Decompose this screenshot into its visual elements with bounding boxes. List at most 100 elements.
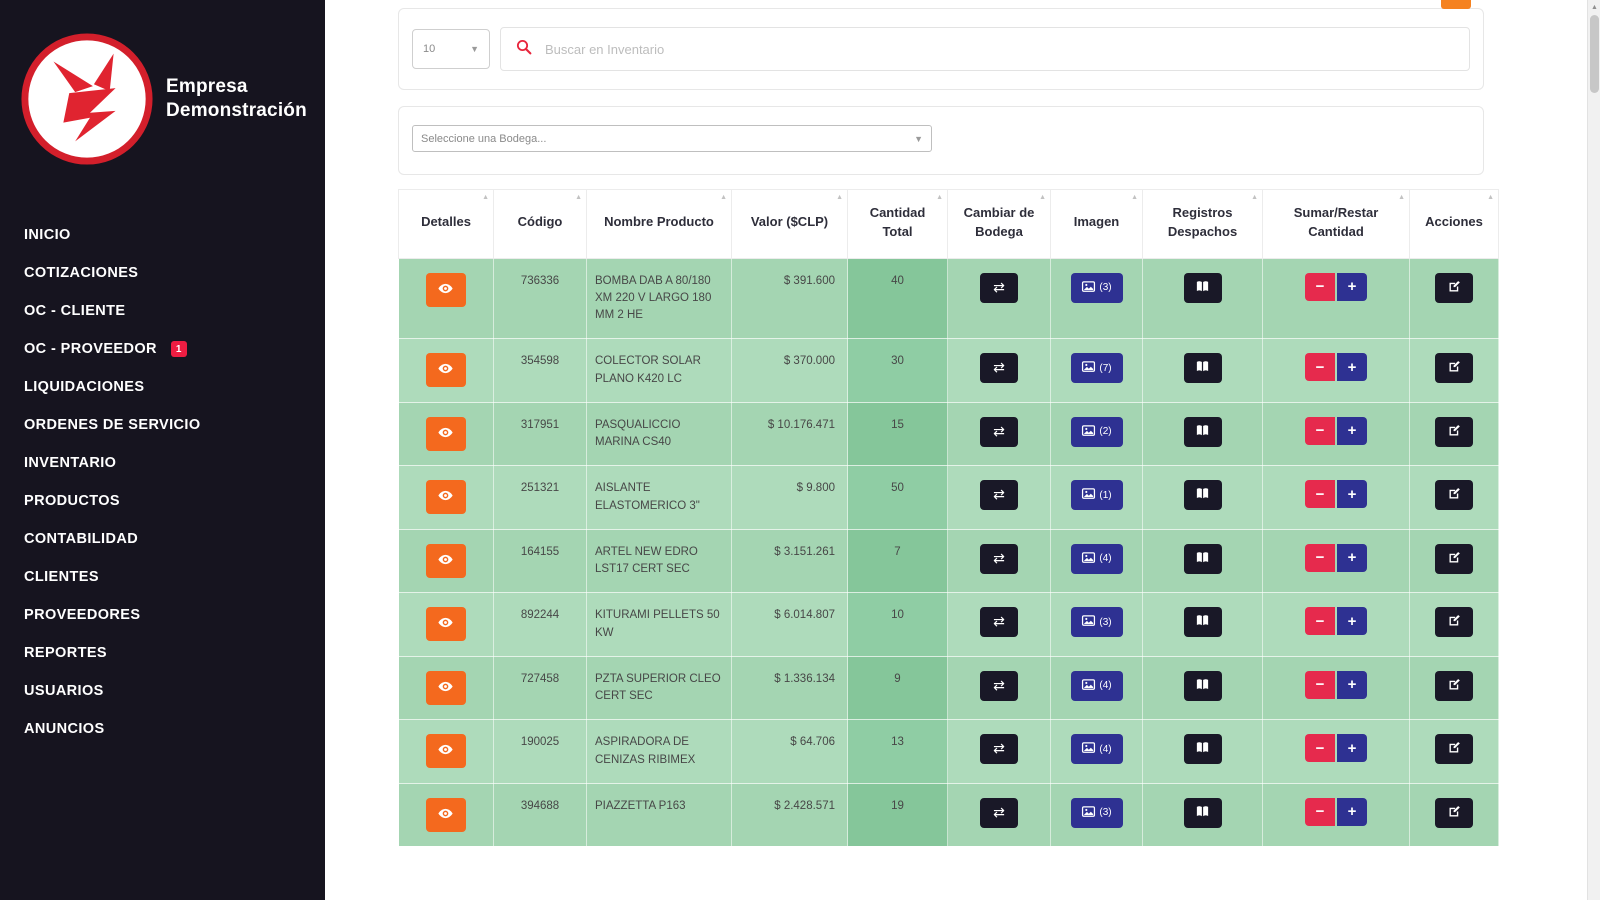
scrollbar-thumb[interactable] xyxy=(1589,15,1599,93)
add-quantity-button[interactable]: + xyxy=(1337,543,1367,572)
table-column-header[interactable]: ▲ Acciones xyxy=(1409,189,1499,259)
change-warehouse-button[interactable]: ⇄ xyxy=(980,272,1018,303)
edit-button[interactable] xyxy=(1435,670,1473,701)
images-button[interactable]: (1) xyxy=(1070,480,1123,511)
images-button[interactable]: (2) xyxy=(1070,416,1123,447)
view-details-button[interactable] xyxy=(425,416,466,451)
add-quantity-button[interactable]: + xyxy=(1337,416,1367,445)
dispatch-records-button[interactable] xyxy=(1183,543,1222,574)
sort-icon[interactable]: ▲ xyxy=(936,193,943,203)
subtract-quantity-button[interactable]: − xyxy=(1305,607,1335,636)
sort-icon[interactable]: ▲ xyxy=(1251,193,1258,203)
sidebar-menu-item[interactable]: LIQUIDACIONES xyxy=(0,368,325,406)
add-quantity-button[interactable]: + xyxy=(1337,607,1367,636)
table-column-header[interactable]: ▲ Imagen xyxy=(1050,189,1143,259)
search-input[interactable] xyxy=(545,41,1455,57)
sort-icon[interactable]: ▲ xyxy=(1487,193,1494,203)
table-column-header[interactable]: ▲ Nombre Producto xyxy=(586,189,732,259)
edit-button[interactable] xyxy=(1435,272,1473,303)
edit-button[interactable] xyxy=(1435,797,1473,828)
sort-icon[interactable]: ▲ xyxy=(575,193,582,203)
page-size-select[interactable]: 10 ▼ xyxy=(412,29,490,69)
sidebar-menu-item[interactable]: OC - PROVEEDOR 1 xyxy=(0,330,325,368)
images-button[interactable]: (3) xyxy=(1070,797,1123,828)
scrollbar-up-arrow-icon[interactable]: ▲ xyxy=(1588,0,1600,15)
sidebar-menu-item[interactable]: INICIO xyxy=(0,216,325,254)
bodega-select[interactable]: Seleccione una Bodega... ▼ xyxy=(412,125,932,152)
sidebar-menu-item[interactable]: OC - CLIENTE xyxy=(0,292,325,330)
change-warehouse-button[interactable]: ⇄ xyxy=(980,734,1018,765)
sort-icon[interactable]: ▲ xyxy=(720,193,727,203)
change-warehouse-button[interactable]: ⇄ xyxy=(980,543,1018,574)
subtract-quantity-button[interactable]: − xyxy=(1305,543,1335,572)
dispatch-records-button[interactable] xyxy=(1183,734,1222,765)
subtract-quantity-button[interactable]: − xyxy=(1305,353,1335,382)
sidebar-menu-item[interactable]: INVENTARIO xyxy=(0,444,325,482)
vertical-scrollbar[interactable]: ▲ xyxy=(1587,0,1600,900)
change-warehouse-button[interactable]: ⇄ xyxy=(980,353,1018,384)
sort-icon[interactable]: ▲ xyxy=(1039,193,1046,203)
view-details-button[interactable] xyxy=(425,670,466,705)
change-warehouse-button[interactable]: ⇄ xyxy=(980,607,1018,638)
dispatch-records-button[interactable] xyxy=(1183,416,1222,447)
edit-button[interactable] xyxy=(1435,543,1473,574)
view-details-button[interactable] xyxy=(425,734,466,769)
table-column-header[interactable]: ▲ Cambiar de Bodega xyxy=(947,189,1051,259)
images-button[interactable]: (4) xyxy=(1070,543,1123,574)
sort-icon[interactable]: ▲ xyxy=(1131,193,1138,203)
change-warehouse-button[interactable]: ⇄ xyxy=(980,797,1018,828)
dispatch-records-button[interactable] xyxy=(1183,797,1222,828)
add-quantity-button[interactable]: + xyxy=(1337,670,1367,699)
sort-icon[interactable]: ▲ xyxy=(1398,193,1405,203)
view-details-button[interactable] xyxy=(425,797,466,832)
dispatch-records-button[interactable] xyxy=(1183,607,1222,638)
sidebar-menu-item[interactable]: PRODUCTOS xyxy=(0,482,325,520)
images-button[interactable]: (4) xyxy=(1070,670,1123,701)
subtract-quantity-button[interactable]: − xyxy=(1305,416,1335,445)
sidebar-menu-item[interactable]: COTIZACIONES xyxy=(0,254,325,292)
add-quantity-button[interactable]: + xyxy=(1337,353,1367,382)
table-column-header[interactable]: ▲ Sumar/Restar Cantidad xyxy=(1262,189,1410,259)
view-details-button[interactable] xyxy=(425,353,466,388)
subtract-quantity-button[interactable]: − xyxy=(1305,797,1335,826)
table-column-header[interactable]: ▲ Cantidad Total xyxy=(847,189,948,259)
images-button[interactable]: (3) xyxy=(1070,272,1123,303)
sidebar-menu-item[interactable]: ORDENES DE SERVICIO xyxy=(0,406,325,444)
sidebar-menu-item[interactable]: REPORTES xyxy=(0,634,325,672)
sidebar-menu-item[interactable]: CONTABILIDAD xyxy=(0,520,325,558)
table-column-header[interactable]: ▲ Registros Despachos xyxy=(1142,189,1263,259)
add-quantity-button[interactable]: + xyxy=(1337,734,1367,763)
view-details-button[interactable] xyxy=(425,543,466,578)
change-warehouse-button[interactable]: ⇄ xyxy=(980,670,1018,701)
edit-button[interactable] xyxy=(1435,480,1473,511)
sidebar-menu-item[interactable]: PROVEEDORES xyxy=(0,596,325,634)
view-details-button[interactable] xyxy=(425,607,466,642)
dispatch-records-button[interactable] xyxy=(1183,353,1222,384)
change-warehouse-button[interactable]: ⇄ xyxy=(980,416,1018,447)
view-details-button[interactable] xyxy=(425,480,466,515)
dispatch-records-button[interactable] xyxy=(1183,480,1222,511)
images-button[interactable]: (4) xyxy=(1070,734,1123,765)
subtract-quantity-button[interactable]: − xyxy=(1305,734,1335,763)
add-quantity-button[interactable]: + xyxy=(1337,272,1367,301)
table-column-header[interactable]: ▲ Detalles xyxy=(398,189,494,259)
view-details-button[interactable] xyxy=(425,272,466,307)
table-column-header[interactable]: ▲ Valor ($CLP) xyxy=(731,189,848,259)
subtract-quantity-button[interactable]: − xyxy=(1305,480,1335,509)
table-column-header[interactable]: ▲ Código xyxy=(493,189,587,259)
sidebar-menu-item[interactable]: CLIENTES xyxy=(0,558,325,596)
edit-button[interactable] xyxy=(1435,607,1473,638)
add-quantity-button[interactable]: + xyxy=(1337,480,1367,509)
top-right-orange-button[interactable] xyxy=(1441,0,1471,9)
sidebar-menu-item[interactable]: ANUNCIOS xyxy=(0,710,325,748)
subtract-quantity-button[interactable]: − xyxy=(1305,670,1335,699)
edit-button[interactable] xyxy=(1435,353,1473,384)
images-button[interactable]: (3) xyxy=(1070,607,1123,638)
sort-icon[interactable]: ▲ xyxy=(836,193,843,203)
subtract-quantity-button[interactable]: − xyxy=(1305,272,1335,301)
dispatch-records-button[interactable] xyxy=(1183,670,1222,701)
sort-icon[interactable]: ▲ xyxy=(482,193,489,203)
add-quantity-button[interactable]: + xyxy=(1337,797,1367,826)
sidebar-menu-item[interactable]: USUARIOS xyxy=(0,672,325,710)
edit-button[interactable] xyxy=(1435,734,1473,765)
